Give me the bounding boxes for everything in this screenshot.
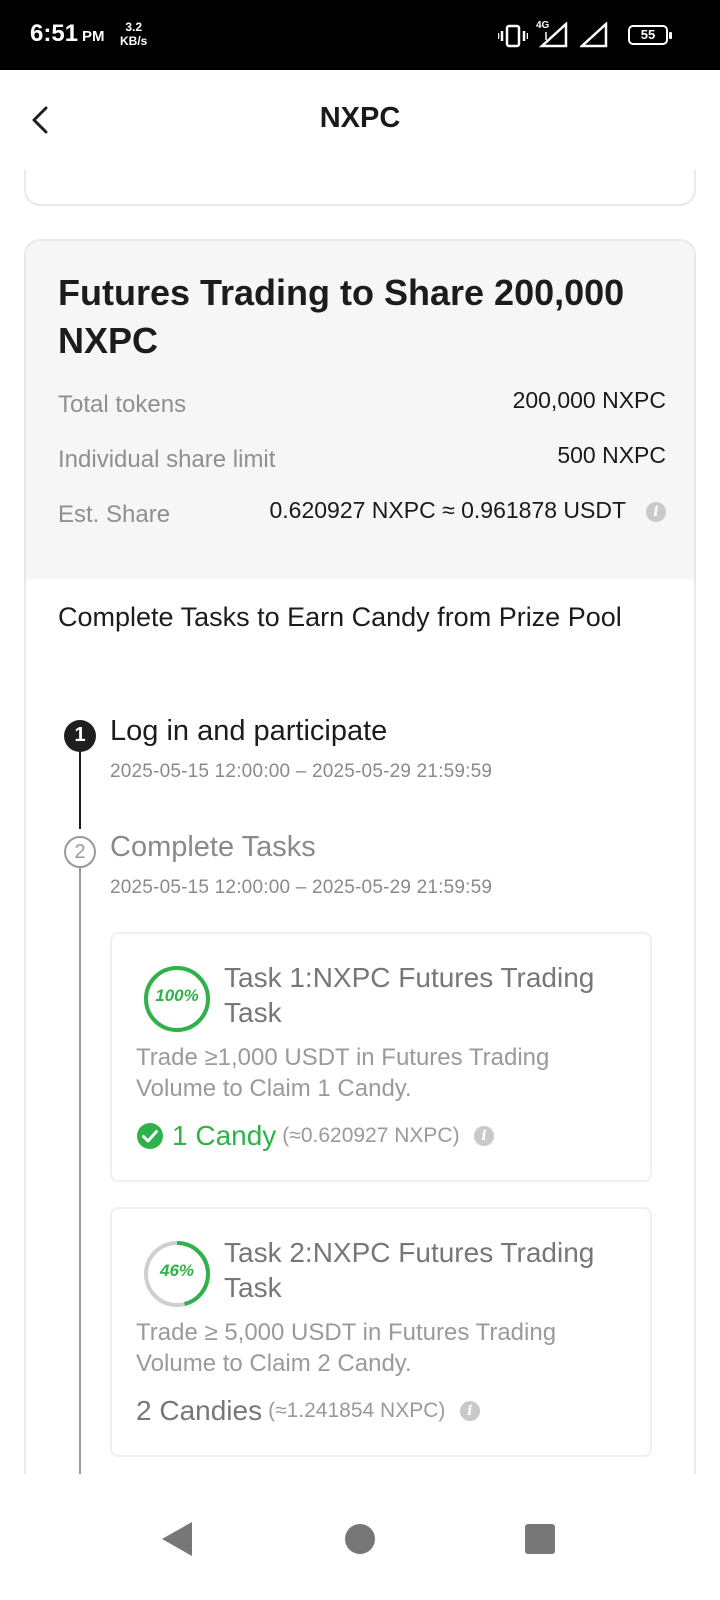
info-icon[interactable]: i xyxy=(474,1126,495,1146)
stat-share-limit: Individual share limit 500 NXPC xyxy=(58,442,666,478)
reward-amount: 1 Candy xyxy=(172,1120,277,1151)
stat-total-tokens: Total tokens 200,000 NXPC xyxy=(58,387,666,423)
task-reward: 2 Candies (≈1.241854 NXPC) i xyxy=(136,1395,480,1435)
vibrate-icon xyxy=(498,24,528,48)
signal-icon-2 xyxy=(580,22,608,48)
task-description: Trade ≥1,000 USDT in Futures Trading Vol… xyxy=(136,1044,550,1102)
stat-label: Individual share limit xyxy=(58,446,276,473)
info-icon[interactable]: i xyxy=(646,501,666,522)
circle-home-icon[interactable] xyxy=(335,1514,385,1564)
reward-amount: 2 Candies xyxy=(136,1395,263,1426)
task-card-2[interactable]: 46% Task 2:NXPC Futures Trading Task Tra… xyxy=(110,1207,652,1457)
task-title: Task 2:NXPC Futures Trading Task xyxy=(224,1237,595,1303)
stat-est-share: Est. Share 0.620927 NXPC ≈ 0.961878 USDT… xyxy=(58,497,666,533)
page-title: NXPC xyxy=(319,102,401,134)
triangle-back-icon[interactable] xyxy=(152,1514,202,1564)
stat-value: 0.620927 NXPC ≈ 0.961878 USDT xyxy=(269,497,626,523)
progress-percent: 46% xyxy=(159,1261,195,1280)
campaign-card: Futures Trading to Share 200,000 NXPC To… xyxy=(24,239,696,1539)
step-title: Log in and participate xyxy=(110,715,388,747)
campaign-title: Futures Trading to Share 200,000 NXPC xyxy=(58,272,625,361)
reward-equivalent: (≈1.241854 NXPC) xyxy=(268,1399,446,1422)
info-icon[interactable]: i xyxy=(459,1401,480,1421)
step-connector-active xyxy=(79,749,81,829)
step-title: Complete Tasks xyxy=(110,831,316,863)
tasks-section-title: Complete Tasks to Earn Candy from Prize … xyxy=(58,602,622,632)
step-connector-inactive xyxy=(79,868,81,1537)
task-reward: 1 Candy (≈0.620927 NXPC) i xyxy=(136,1120,495,1160)
signal-icon-1 xyxy=(538,22,568,48)
square-recents-icon[interactable] xyxy=(515,1514,565,1564)
network-speed-value: 3.2 xyxy=(125,20,143,34)
step-number-1: 1 xyxy=(64,720,96,752)
task-description: Trade ≥ 5,000 USDT in Futures Trading Vo… xyxy=(136,1319,557,1377)
est-share-value-wrap: 0.620927 NXPC ≈ 0.961878 USDT i xyxy=(269,497,666,524)
step-date: 2025-05-15 12:00:00 – 2025-05-29 21:59:5… xyxy=(110,761,493,782)
stat-label: Est. Share xyxy=(58,501,171,528)
task-card-1[interactable]: 100% Task 1:NXPC Futures Trading Task Tr… xyxy=(110,932,652,1182)
status-bar: 6:51 PM 3.2 KB/s 4G 55 xyxy=(0,0,720,70)
reward-equivalent: (≈0.620927 NXPC) xyxy=(282,1124,460,1147)
campaign-summary: Futures Trading to Share 200,000 NXPC To… xyxy=(26,241,694,579)
status-icons: 4G 55 xyxy=(498,20,672,50)
status-time: 6:51 xyxy=(30,20,79,47)
task-title: Task 1:NXPC Futures Trading Task xyxy=(224,962,595,1028)
stat-value: 500 NXPC xyxy=(557,442,666,468)
step-date: 2025-05-15 12:00:00 – 2025-05-29 21:59:5… xyxy=(110,877,493,898)
stat-label: Total tokens xyxy=(58,391,187,418)
check-circle-icon xyxy=(137,1123,163,1149)
step-number-2: 2 xyxy=(64,836,96,868)
network-speed: 3.2 KB/s xyxy=(120,20,147,48)
app-header: NXPC xyxy=(0,70,720,170)
status-ampm: PM xyxy=(82,28,105,45)
network-speed-unit: KB/s xyxy=(120,34,148,48)
progress-percent: 100% xyxy=(155,986,199,1005)
stat-value: 200,000 NXPC xyxy=(512,387,666,413)
battery-icon: 55 xyxy=(628,25,672,45)
system-nav-bar xyxy=(0,1474,720,1600)
